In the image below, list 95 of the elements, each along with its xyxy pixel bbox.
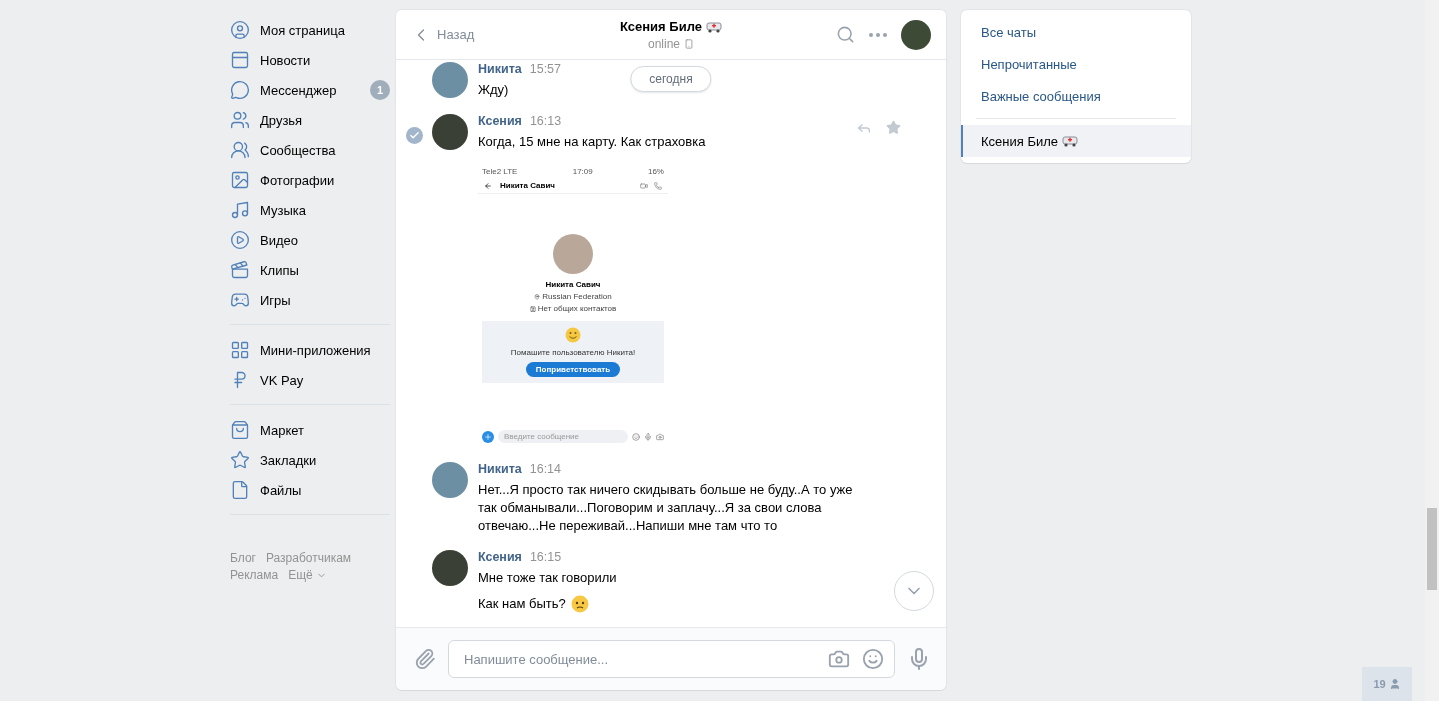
message-text: Мне тоже так говорили bbox=[478, 569, 617, 587]
smiley-icon bbox=[565, 327, 581, 343]
nav-item[interactable]: Моя страница bbox=[230, 15, 390, 45]
back-link[interactable]: Назад bbox=[411, 24, 475, 45]
location-text: Russian Federation bbox=[542, 292, 612, 301]
scrollbar[interactable] bbox=[1425, 0, 1439, 701]
smile-icon bbox=[862, 648, 884, 670]
pin-icon bbox=[534, 293, 541, 300]
camera-icon bbox=[656, 432, 664, 441]
greet-button: Поприветствовать bbox=[525, 362, 621, 377]
search-icon bbox=[836, 25, 855, 44]
date-separator: сегодня bbox=[630, 66, 712, 92]
nav-item[interactable]: Игры bbox=[230, 285, 390, 315]
thinking-face-icon bbox=[570, 595, 589, 613]
clapperboard-icon bbox=[230, 260, 250, 280]
message-text: Когда, 15 мне на карту. Как страховка bbox=[478, 133, 706, 151]
nav-item[interactable]: Видео bbox=[230, 225, 390, 255]
phone-icon bbox=[684, 39, 694, 49]
attach-button[interactable] bbox=[414, 648, 436, 670]
message-time: 15:57 bbox=[529, 62, 561, 76]
profile-name: Никита Савич bbox=[545, 280, 601, 289]
chat-tab[interactable]: Ксения Биле bbox=[961, 125, 1191, 157]
nav-item[interactable]: Маркет bbox=[230, 415, 390, 445]
battery-label: 16% bbox=[647, 167, 664, 176]
shopping-bag-icon bbox=[230, 420, 250, 440]
author-name[interactable]: Ксения bbox=[478, 550, 522, 564]
avatar-placeholder[interactable] bbox=[432, 550, 468, 586]
user-icon bbox=[1388, 678, 1401, 690]
play-icon bbox=[230, 230, 250, 250]
avatar-placeholder[interactable] bbox=[432, 114, 468, 150]
author-name[interactable]: Никита bbox=[478, 62, 522, 76]
nav-item[interactable]: Мессенджер 1 bbox=[230, 75, 390, 105]
image-icon bbox=[230, 170, 250, 190]
online-status: online bbox=[648, 37, 680, 51]
folder-tab[interactable]: Непрочитанные bbox=[961, 48, 1191, 80]
user-circle-icon bbox=[230, 20, 250, 40]
community-icon bbox=[230, 140, 250, 160]
music-note-icon bbox=[230, 200, 250, 220]
back-arrow-icon bbox=[484, 181, 492, 190]
chat-title: Ксения Биле bbox=[620, 19, 702, 34]
camera-icon bbox=[828, 648, 850, 670]
search-button[interactable] bbox=[836, 25, 855, 44]
folder-tab[interactable]: Все чаты bbox=[961, 16, 1191, 48]
plus-icon bbox=[482, 430, 494, 443]
message-text: Жду) bbox=[478, 81, 509, 99]
nav-item[interactable]: Фотографии bbox=[230, 165, 390, 195]
nav-item[interactable]: Сообщества bbox=[230, 135, 390, 165]
message-time: 16:14 bbox=[529, 462, 561, 476]
ambulance-icon bbox=[705, 20, 722, 33]
nav-item[interactable]: Клипы bbox=[230, 255, 390, 285]
mic-icon bbox=[644, 432, 652, 441]
message-input: Введите сообщение bbox=[498, 430, 628, 443]
camera-button[interactable] bbox=[828, 648, 850, 670]
nav-item[interactable]: Новости bbox=[230, 45, 390, 75]
nav-item[interactable]: VK Pay bbox=[230, 365, 390, 395]
video-camera-icon bbox=[640, 181, 648, 190]
grid-icon bbox=[230, 340, 250, 360]
file-icon bbox=[230, 480, 250, 500]
emoji-button[interactable] bbox=[862, 648, 884, 670]
message-text: Нет...Я просто так ничего скидывать больше не буду..А то уже так обманывали...Поговорим и заплачу...Я за свои слова отвечаю...Не переживай...Напиши мне там что то bbox=[478, 481, 854, 535]
chat-bubble-icon bbox=[230, 80, 250, 100]
friends-icon bbox=[230, 110, 250, 130]
folder-tab[interactable]: Важные сообщения bbox=[961, 80, 1191, 112]
message-input[interactable]: Напишите сообщение... bbox=[462, 650, 816, 668]
message-text: Как нам быть? bbox=[478, 595, 566, 613]
phone-icon bbox=[654, 181, 662, 190]
unread-count: 1 bbox=[370, 80, 390, 100]
nav-item[interactable]: Мини-приложения bbox=[230, 335, 390, 365]
author-name[interactable]: Ксения bbox=[478, 114, 522, 128]
smile-icon bbox=[632, 432, 640, 441]
more-button[interactable] bbox=[869, 32, 887, 37]
contacts-icon bbox=[529, 305, 536, 312]
contacts-text: Нет общих контактов bbox=[537, 304, 617, 313]
message-time: 16:13 bbox=[529, 114, 562, 128]
news-icon bbox=[230, 50, 250, 70]
contact-title: Никита Савич bbox=[500, 181, 555, 190]
clock-label: 17:09 bbox=[572, 167, 593, 176]
nav-item[interactable]: Закладки bbox=[230, 445, 390, 475]
message-time: 16:15 bbox=[529, 550, 562, 564]
avatar-placeholder bbox=[553, 234, 593, 274]
carrier-label: Tele2 LTE bbox=[482, 167, 518, 176]
avatar-placeholder[interactable] bbox=[901, 19, 931, 50]
star-icon[interactable] bbox=[886, 120, 901, 135]
nav-item[interactable]: Файлы bbox=[230, 475, 390, 505]
selected-check-icon[interactable] bbox=[405, 127, 423, 144]
ambulance-icon bbox=[1062, 135, 1078, 147]
scroll-down-button[interactable] bbox=[894, 571, 934, 611]
nav-item[interactable]: Музыка bbox=[230, 195, 390, 225]
dots-icon bbox=[869, 32, 887, 37]
nav-item[interactable]: Друзья bbox=[230, 105, 390, 135]
greeting-prompt: Помашите пользователю Никита! bbox=[510, 348, 636, 357]
author-name[interactable]: Никита bbox=[478, 462, 522, 476]
paperclip-icon bbox=[414, 648, 436, 670]
star-icon bbox=[230, 450, 250, 470]
message-field[interactable]: Напишите сообщение... bbox=[448, 640, 895, 678]
